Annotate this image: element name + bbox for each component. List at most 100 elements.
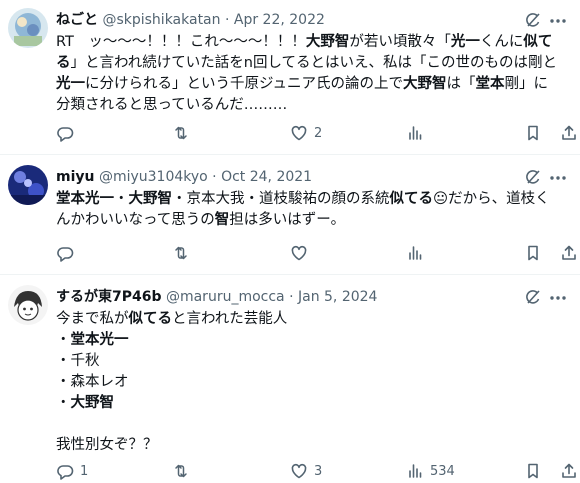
tweet-text-line: RT ッ〜〜〜！！！これ〜〜〜！！！大野智が若い頃散々「光一くんに似て xyxy=(56,32,566,53)
text-segment: くんに xyxy=(479,34,524,50)
like-count: 3 xyxy=(314,463,323,479)
tweet-text-line: ・大野智 xyxy=(56,393,566,414)
retweet-button[interactable] xyxy=(172,122,190,144)
tweet[interactable]: するが東7P46b @maruru_mocca · Jan 5, 2024 今ま… xyxy=(0,275,580,483)
more-icon[interactable] xyxy=(548,12,568,30)
reply-icon xyxy=(57,127,74,142)
bookmark-icon xyxy=(528,245,538,261)
text-segment: は「 xyxy=(446,76,476,92)
retweet-button[interactable] xyxy=(172,460,190,482)
tweet-text-line: んかわいいなって思うの智担は多いはずー。 xyxy=(56,210,566,231)
grok-icon[interactable] xyxy=(524,288,542,306)
avatar[interactable] xyxy=(8,8,48,48)
tweet-text-line: る」と言われ続けていた話をn回してるとはいえ、私は「この世のものは剛と xyxy=(56,53,566,74)
tweet-header: ねごと @skpishikakatan · Apr 22, 2022 xyxy=(56,10,540,30)
more-icon[interactable] xyxy=(548,289,568,307)
share-button[interactable] xyxy=(560,460,578,482)
text-segment: に分けられる」という千原ジュニア氏の論の上で xyxy=(85,76,403,92)
views-icon xyxy=(409,126,422,140)
action-bar: 2 xyxy=(50,122,580,144)
display-name[interactable]: miyu xyxy=(56,169,94,185)
highlighted-text: 堂本光一 xyxy=(70,332,129,348)
handle[interactable]: @maruru_mocca xyxy=(166,289,285,305)
highlighted-text: 大野智 xyxy=(305,34,350,50)
tweet-text-line: ・千秋 xyxy=(56,351,566,372)
separator: · xyxy=(224,12,230,28)
display-name[interactable]: ねごと xyxy=(56,12,98,28)
tweet-text-line: 分類されると思っているんだ……… xyxy=(56,95,566,116)
text-segment: が若い頃散々「 xyxy=(349,34,451,50)
tweet-text-line: 堂本光一・大野智・京本大我・道枝駿祐の顔の系統似てる😐だから、道枝く xyxy=(56,189,566,210)
like-icon xyxy=(291,463,307,479)
text-segment: ・ xyxy=(56,395,71,411)
text-segment: 剛」に xyxy=(504,76,548,92)
like-button[interactable]: 3 xyxy=(290,460,322,482)
highlighted-text: 堂本光一 xyxy=(56,191,114,207)
share-button[interactable] xyxy=(560,122,578,144)
reply-button[interactable] xyxy=(56,122,74,144)
text-segment: RT ッ〜〜〜！！！これ〜〜〜！！！ xyxy=(56,34,306,50)
bookmark-button[interactable] xyxy=(524,460,542,482)
tweet-text: 今まで私が似てると言われた芸能人 ・堂本光一 ・千秋 ・森本レオ ・大野智 我性別女ぞ？？ xyxy=(56,309,566,456)
highlighted-text: 光一 xyxy=(56,76,85,92)
reply-button[interactable] xyxy=(56,242,74,264)
text-segment: んかわいいなって思うの xyxy=(56,212,215,228)
highlighted-text: 大野智 xyxy=(402,76,447,92)
reply-icon xyxy=(57,247,74,262)
grok-icon[interactable] xyxy=(524,168,542,186)
tweet[interactable]: ねごと @skpishikakatan · Apr 22, 2022 RT ッ〜… xyxy=(0,0,580,155)
like-button[interactable] xyxy=(290,242,308,264)
text-segment: ・千秋 xyxy=(56,353,100,369)
highlighted-text: 智 xyxy=(214,212,230,228)
share-button[interactable] xyxy=(560,242,578,264)
reply-icon xyxy=(57,465,74,480)
avatar[interactable] xyxy=(8,285,48,325)
avatar[interactable] xyxy=(8,165,48,205)
highlighted-text: 似て xyxy=(523,34,553,50)
bookmark-button[interactable] xyxy=(524,242,542,264)
like-button[interactable]: 2 xyxy=(290,122,322,144)
grok-icon[interactable] xyxy=(524,11,542,29)
separator: · xyxy=(212,169,217,185)
like-icon xyxy=(291,245,307,261)
text-segment: 今まで私が xyxy=(56,311,129,327)
share-icon xyxy=(562,463,576,478)
highlighted-text: る xyxy=(56,55,71,71)
tweet-text-line: 我性別女ぞ？？ xyxy=(56,435,566,456)
reply-button[interactable]: 1 xyxy=(56,460,88,482)
timestamp[interactable]: Jan 5, 2024 xyxy=(298,289,377,305)
bookmark-icon xyxy=(528,125,538,141)
tweet-header: するが東7P46b @maruru_mocca · Jan 5, 2024 xyxy=(56,287,540,307)
more-icon[interactable] xyxy=(548,169,568,187)
views-button[interactable] xyxy=(406,122,424,144)
views-button[interactable] xyxy=(406,242,424,264)
tweet-text: 堂本光一・大野智・京本大我・道枝駿祐の顔の系統似てる😐だから、道枝く んかわいいな… xyxy=(56,189,566,231)
timestamp[interactable]: Oct 24, 2021 xyxy=(221,169,312,185)
views-count: 534 xyxy=(430,463,455,479)
tweet-header: miyu @miyu3104kyo · Oct 24, 2021 xyxy=(56,167,540,187)
views-button[interactable]: 534 xyxy=(406,460,455,482)
handle[interactable]: @miyu3104kyo xyxy=(99,169,208,185)
highlighted-text: 似てる xyxy=(389,191,434,207)
retweet-icon xyxy=(175,126,187,140)
tweet-text: RT ッ〜〜〜！！！これ〜〜〜！！！大野智が若い頃散々「光一くんに似て る」と言わ… xyxy=(56,32,566,116)
tweet-text-line: 光一に分けられる」という千原ジュニア氏の論の上で大野智は「堂本剛」に xyxy=(56,74,566,95)
text-segment: ・ xyxy=(114,191,129,207)
text-segment: ・ xyxy=(56,332,71,348)
text-segment: 分類されると思っているんだ……… xyxy=(56,97,288,113)
text-segment: だから、道枝く xyxy=(448,191,550,207)
views-icon xyxy=(409,246,422,260)
highlighted-text: 堂本 xyxy=(475,76,505,92)
action-bar: 1 3 534 xyxy=(50,460,580,482)
tweet-text-line: ・森本レオ xyxy=(56,372,566,393)
display-name[interactable]: するが東7P46b xyxy=(56,289,162,305)
tweet-text-line: 今まで私が似てると言われた芸能人 xyxy=(56,309,566,330)
timestamp[interactable]: Apr 22, 2022 xyxy=(234,12,325,28)
bookmark-button[interactable] xyxy=(524,122,542,144)
handle[interactable]: @skpishikakatan xyxy=(102,12,220,28)
like-icon xyxy=(291,125,307,141)
tweet[interactable]: miyu @miyu3104kyo · Oct 24, 2021 堂本光一・大野… xyxy=(0,155,580,275)
retweet-button[interactable] xyxy=(172,242,190,264)
text-segment: 我性別女ぞ？？ xyxy=(56,437,158,453)
highlighted-text: 大野智 xyxy=(70,395,115,411)
